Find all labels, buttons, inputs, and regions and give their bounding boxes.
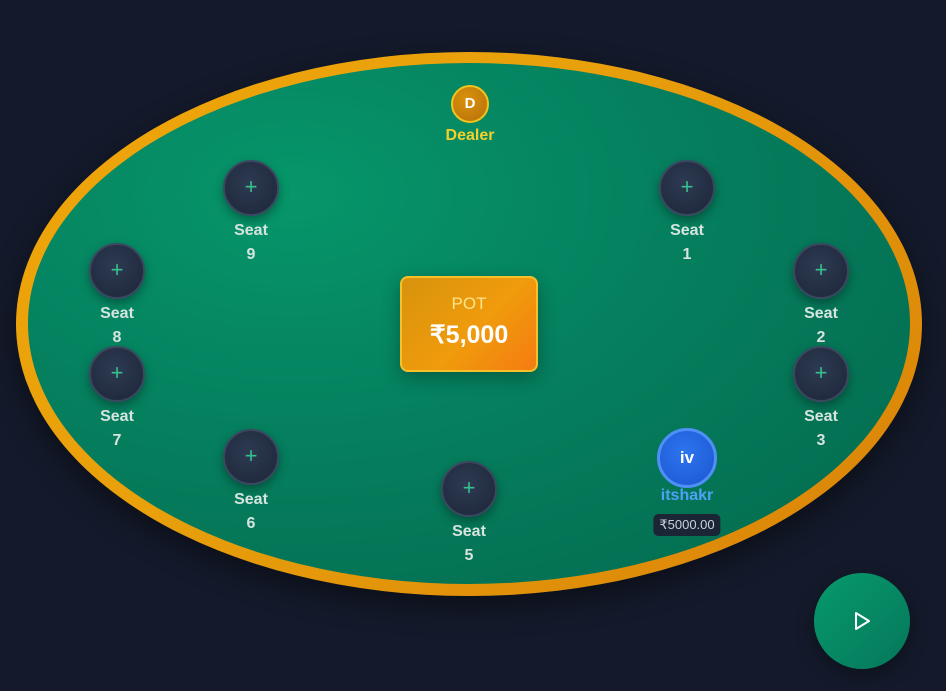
seat-8[interactable]: + Seat 8	[77, 243, 157, 350]
player-stack: ₹5000.00	[653, 514, 721, 536]
seat-5[interactable]: + Seat 5	[429, 461, 509, 568]
pot-label: POT	[451, 294, 487, 313]
dealer-chip: D	[451, 85, 489, 123]
join-seat-button[interactable]: +	[89, 243, 145, 299]
seat-label: Seat 5	[452, 523, 486, 564]
seat-label: Seat 9	[234, 222, 268, 263]
join-seat-button[interactable]: +	[89, 346, 145, 402]
pot-display: POT ₹5,000	[400, 276, 538, 372]
join-seat-button[interactable]: +	[223, 160, 279, 216]
seat-2[interactable]: + Seat 2	[781, 243, 861, 350]
play-button[interactable]	[814, 573, 910, 669]
join-seat-button[interactable]: +	[793, 346, 849, 402]
play-icon	[855, 612, 870, 630]
player-name: itshakr	[660, 487, 714, 504]
seat-3[interactable]: + Seat 3	[781, 346, 861, 453]
pot-amount: ₹5,000	[429, 321, 509, 349]
join-seat-button[interactable]: +	[793, 243, 849, 299]
join-seat-button[interactable]: +	[659, 160, 715, 216]
join-seat-button[interactable]: +	[441, 461, 497, 517]
seat-label: Seat 7	[100, 408, 134, 449]
seat-label: Seat 1	[670, 222, 704, 263]
dealer-label: Dealer	[445, 127, 495, 144]
seat-1[interactable]: + Seat 1	[647, 160, 727, 267]
player-seat-4[interactable]: iv itshakr ₹5000.00	[653, 428, 721, 536]
seat-9[interactable]: + Seat 9	[211, 160, 291, 267]
seat-label: Seat 6	[234, 491, 268, 532]
poker-stage: D Dealer + Seat 1 + Seat 2 + Seat 3 + Se…	[0, 0, 946, 691]
avatar[interactable]: iv	[657, 428, 717, 488]
seat-label: Seat 8	[100, 305, 134, 346]
seat-label: Seat 3	[804, 408, 838, 449]
seat-7[interactable]: + Seat 7	[77, 346, 157, 453]
seat-label: Seat 2	[804, 305, 838, 346]
join-seat-button[interactable]: +	[223, 429, 279, 485]
seat-6[interactable]: + Seat 6	[211, 429, 291, 536]
dealer: D Dealer	[442, 85, 498, 145]
